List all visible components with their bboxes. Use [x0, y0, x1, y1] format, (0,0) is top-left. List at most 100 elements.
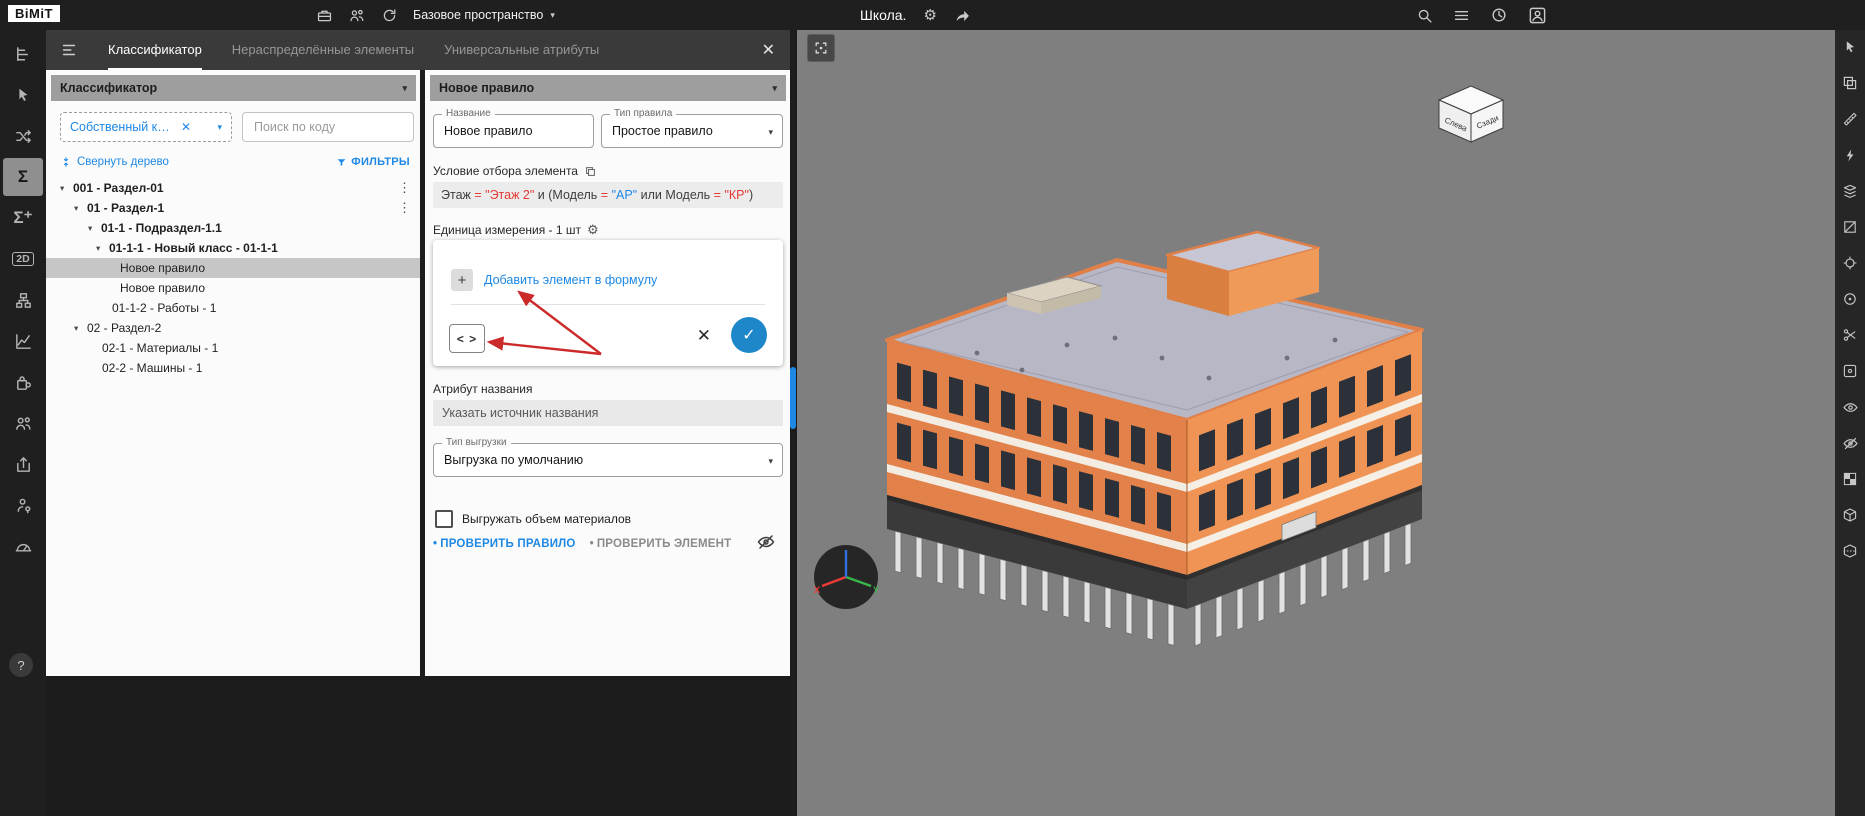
tree-node-selected[interactable]: Новое правило — [46, 258, 420, 278]
own-classifier-chip[interactable]: Собственный кл... ✕ ▾ — [60, 112, 232, 142]
select-icon[interactable] — [1839, 38, 1861, 56]
export-icon[interactable] — [3, 445, 43, 483]
cancel-icon[interactable]: ✕ — [697, 326, 711, 346]
search-icon[interactable] — [1416, 7, 1433, 24]
tree-node[interactable]: 02-1 - Материалы - 1 — [46, 338, 420, 358]
measure-icon[interactable] — [1839, 110, 1861, 128]
chevron-down-icon[interactable]: ▾ — [60, 183, 73, 194]
chip-clear-icon[interactable]: ✕ — [181, 120, 191, 134]
name-source-input[interactable]: Указать источник названия — [433, 400, 783, 426]
section-box-icon[interactable] — [1839, 542, 1861, 560]
chevron-down-icon[interactable]: ▾ — [96, 243, 109, 254]
checkbox-unchecked[interactable] — [435, 510, 453, 528]
condition-label-text: Условие отбора элемента — [433, 164, 578, 178]
section-plane-icon[interactable] — [1839, 218, 1861, 236]
tree-node[interactable]: 01-1-2 - Работы - 1 — [46, 298, 420, 318]
kebab-menu-icon[interactable]: ⋮ — [398, 200, 411, 216]
add-element-row: + Добавить элемент в формулу — [451, 269, 657, 291]
add-element-to-formula-link[interactable]: Добавить элемент в формулу — [484, 273, 657, 287]
export-type-select[interactable]: Тип выгрузки Выгрузка по умолчанию ▾ — [433, 437, 783, 477]
team-icon[interactable] — [348, 7, 366, 24]
copy-icon[interactable] — [584, 165, 597, 178]
rule-header[interactable]: Новое правило ▾ — [430, 75, 786, 101]
chevron-down-icon[interactable]: ▾ — [74, 323, 87, 334]
viewport-focus-icon[interactable] — [807, 34, 835, 62]
tab-universal-attributes[interactable]: Универсальные атрибуты — [444, 30, 599, 70]
materials-volume-checkbox-row[interactable]: Выгружать объем материалов — [435, 510, 631, 528]
add-element-button[interactable]: + — [451, 269, 473, 291]
tree-node[interactable]: ▾ 02 - Раздел-2 — [46, 318, 420, 338]
formula-segment: или — [640, 188, 666, 202]
tree-node[interactable]: Новое правило — [46, 278, 420, 298]
check-element-button[interactable]: • ПРОВЕРИТЬ ЭЛЕМЕНТ — [590, 538, 732, 550]
clash-icon[interactable] — [1839, 146, 1861, 164]
axis-gizmo[interactable]: X Y — [811, 542, 881, 612]
pointer-icon[interactable] — [3, 76, 43, 114]
help-glyph: ? — [17, 657, 25, 673]
check-rule-button[interactable]: • ПРОВЕРИТЬ ПРАВИЛО — [433, 538, 576, 550]
history-icon[interactable] — [1490, 6, 1508, 24]
visibility-eye-icon[interactable] — [1839, 398, 1861, 416]
hide-eye-off-icon[interactable] — [1839, 434, 1861, 452]
workspace-selector[interactable]: Базовое пространство ▾ — [413, 8, 555, 22]
viewport-3d[interactable]: Слева Сзади X Y — [797, 30, 1835, 816]
chevron-down-icon[interactable]: ▾ — [74, 203, 87, 214]
chart-icon[interactable] — [3, 322, 43, 360]
sync-icon[interactable] — [381, 7, 398, 24]
views-layers-icon[interactable] — [1839, 74, 1861, 92]
tab-unallocated-elements[interactable]: Нераспределённые элементы — [232, 30, 414, 70]
condition-formula[interactable]: Этаж = "Этаж 2" и (Модель = "АР" или Мод… — [433, 182, 783, 208]
tree-node[interactable]: ▾ 01-1 - Подраздел-1.1 — [46, 218, 420, 238]
filters-button[interactable]: ФИЛЬТРЫ — [336, 156, 410, 168]
gauge-icon[interactable] — [3, 527, 43, 565]
panel-scrollbar-thumb[interactable] — [790, 367, 796, 429]
classifier-tree-icon[interactable] — [3, 35, 43, 73]
settings-gear-icon[interactable]: ⚙ — [923, 6, 936, 24]
export-type-value: Выгрузка по умолчанию — [444, 453, 584, 467]
user-location-icon[interactable] — [3, 486, 43, 524]
chevron-down-icon[interactable]: ▾ — [217, 122, 222, 133]
2d-view-icon[interactable]: 2D — [3, 240, 43, 278]
orbit-icon[interactable] — [1839, 290, 1861, 308]
hide-preview-icon[interactable] — [756, 532, 776, 552]
help-button[interactable]: ? — [9, 653, 33, 677]
code-search-input[interactable] — [252, 119, 404, 135]
storeys-icon[interactable] — [1839, 182, 1861, 200]
collapse-tree-button[interactable]: Свернуть дерево — [60, 156, 169, 168]
tab-classifier[interactable]: Классификатор — [108, 30, 202, 70]
locate-target-icon[interactable] — [1839, 254, 1861, 272]
hierarchy-icon[interactable] — [3, 281, 43, 319]
transparency-icon[interactable] — [1839, 470, 1861, 488]
users-icon[interactable] — [3, 404, 43, 442]
close-icon[interactable]: ✕ — [762, 40, 775, 60]
classifier-header[interactable]: Классификатор ▾ — [51, 75, 416, 101]
plugin-icon[interactable] — [3, 363, 43, 401]
panel-list-icon[interactable] — [60, 41, 78, 59]
sigma-rules-icon[interactable]: Σ — [3, 158, 43, 196]
projects-icon[interactable] — [316, 7, 333, 24]
rule-name-field[interactable]: Название Новое правило — [433, 108, 594, 148]
share-icon[interactable] — [954, 7, 971, 24]
chevron-down-icon[interactable]: ▾ — [88, 223, 101, 234]
confirm-button[interactable]: ✓ — [731, 317, 767, 353]
formula-segment: (Модель — [548, 188, 601, 202]
menu-icon[interactable] — [1453, 7, 1470, 24]
tree-node[interactable]: 02-2 - Машины - 1 — [46, 358, 420, 378]
connections-icon[interactable] — [3, 117, 43, 155]
app-logo[interactable]: BiMiT — [8, 5, 60, 22]
cut-scissors-icon[interactable] — [1839, 326, 1861, 344]
formula-code-button[interactable]: < > — [449, 324, 485, 353]
formula-editor-card: + Добавить элемент в формулу < > ✕ ✓ — [433, 240, 783, 366]
unit-settings-gear-icon[interactable]: ⚙ — [587, 222, 599, 238]
tree-node[interactable]: ▾ 01 - Раздел-1 ⋮ — [46, 198, 420, 218]
isolate-cube-icon[interactable] — [1839, 506, 1861, 524]
account-icon[interactable] — [1528, 6, 1547, 25]
view-cube[interactable]: Слева Сзади — [1431, 80, 1511, 148]
chevron-down-icon: ▾ — [550, 9, 555, 20]
tree-node[interactable]: ▾ 001 - Раздел-01 ⋮ — [46, 178, 420, 198]
hidden-objects-icon[interactable] — [1839, 362, 1861, 380]
tree-node[interactable]: ▾ 01-1-1 - Новый класс - 01-1-1 — [46, 238, 420, 258]
rule-type-select[interactable]: Тип правила Простое правило ▾ — [601, 108, 783, 148]
kebab-menu-icon[interactable]: ⋮ — [398, 180, 411, 196]
sigma-plus-icon[interactable]: Σ⁺ — [3, 199, 43, 237]
